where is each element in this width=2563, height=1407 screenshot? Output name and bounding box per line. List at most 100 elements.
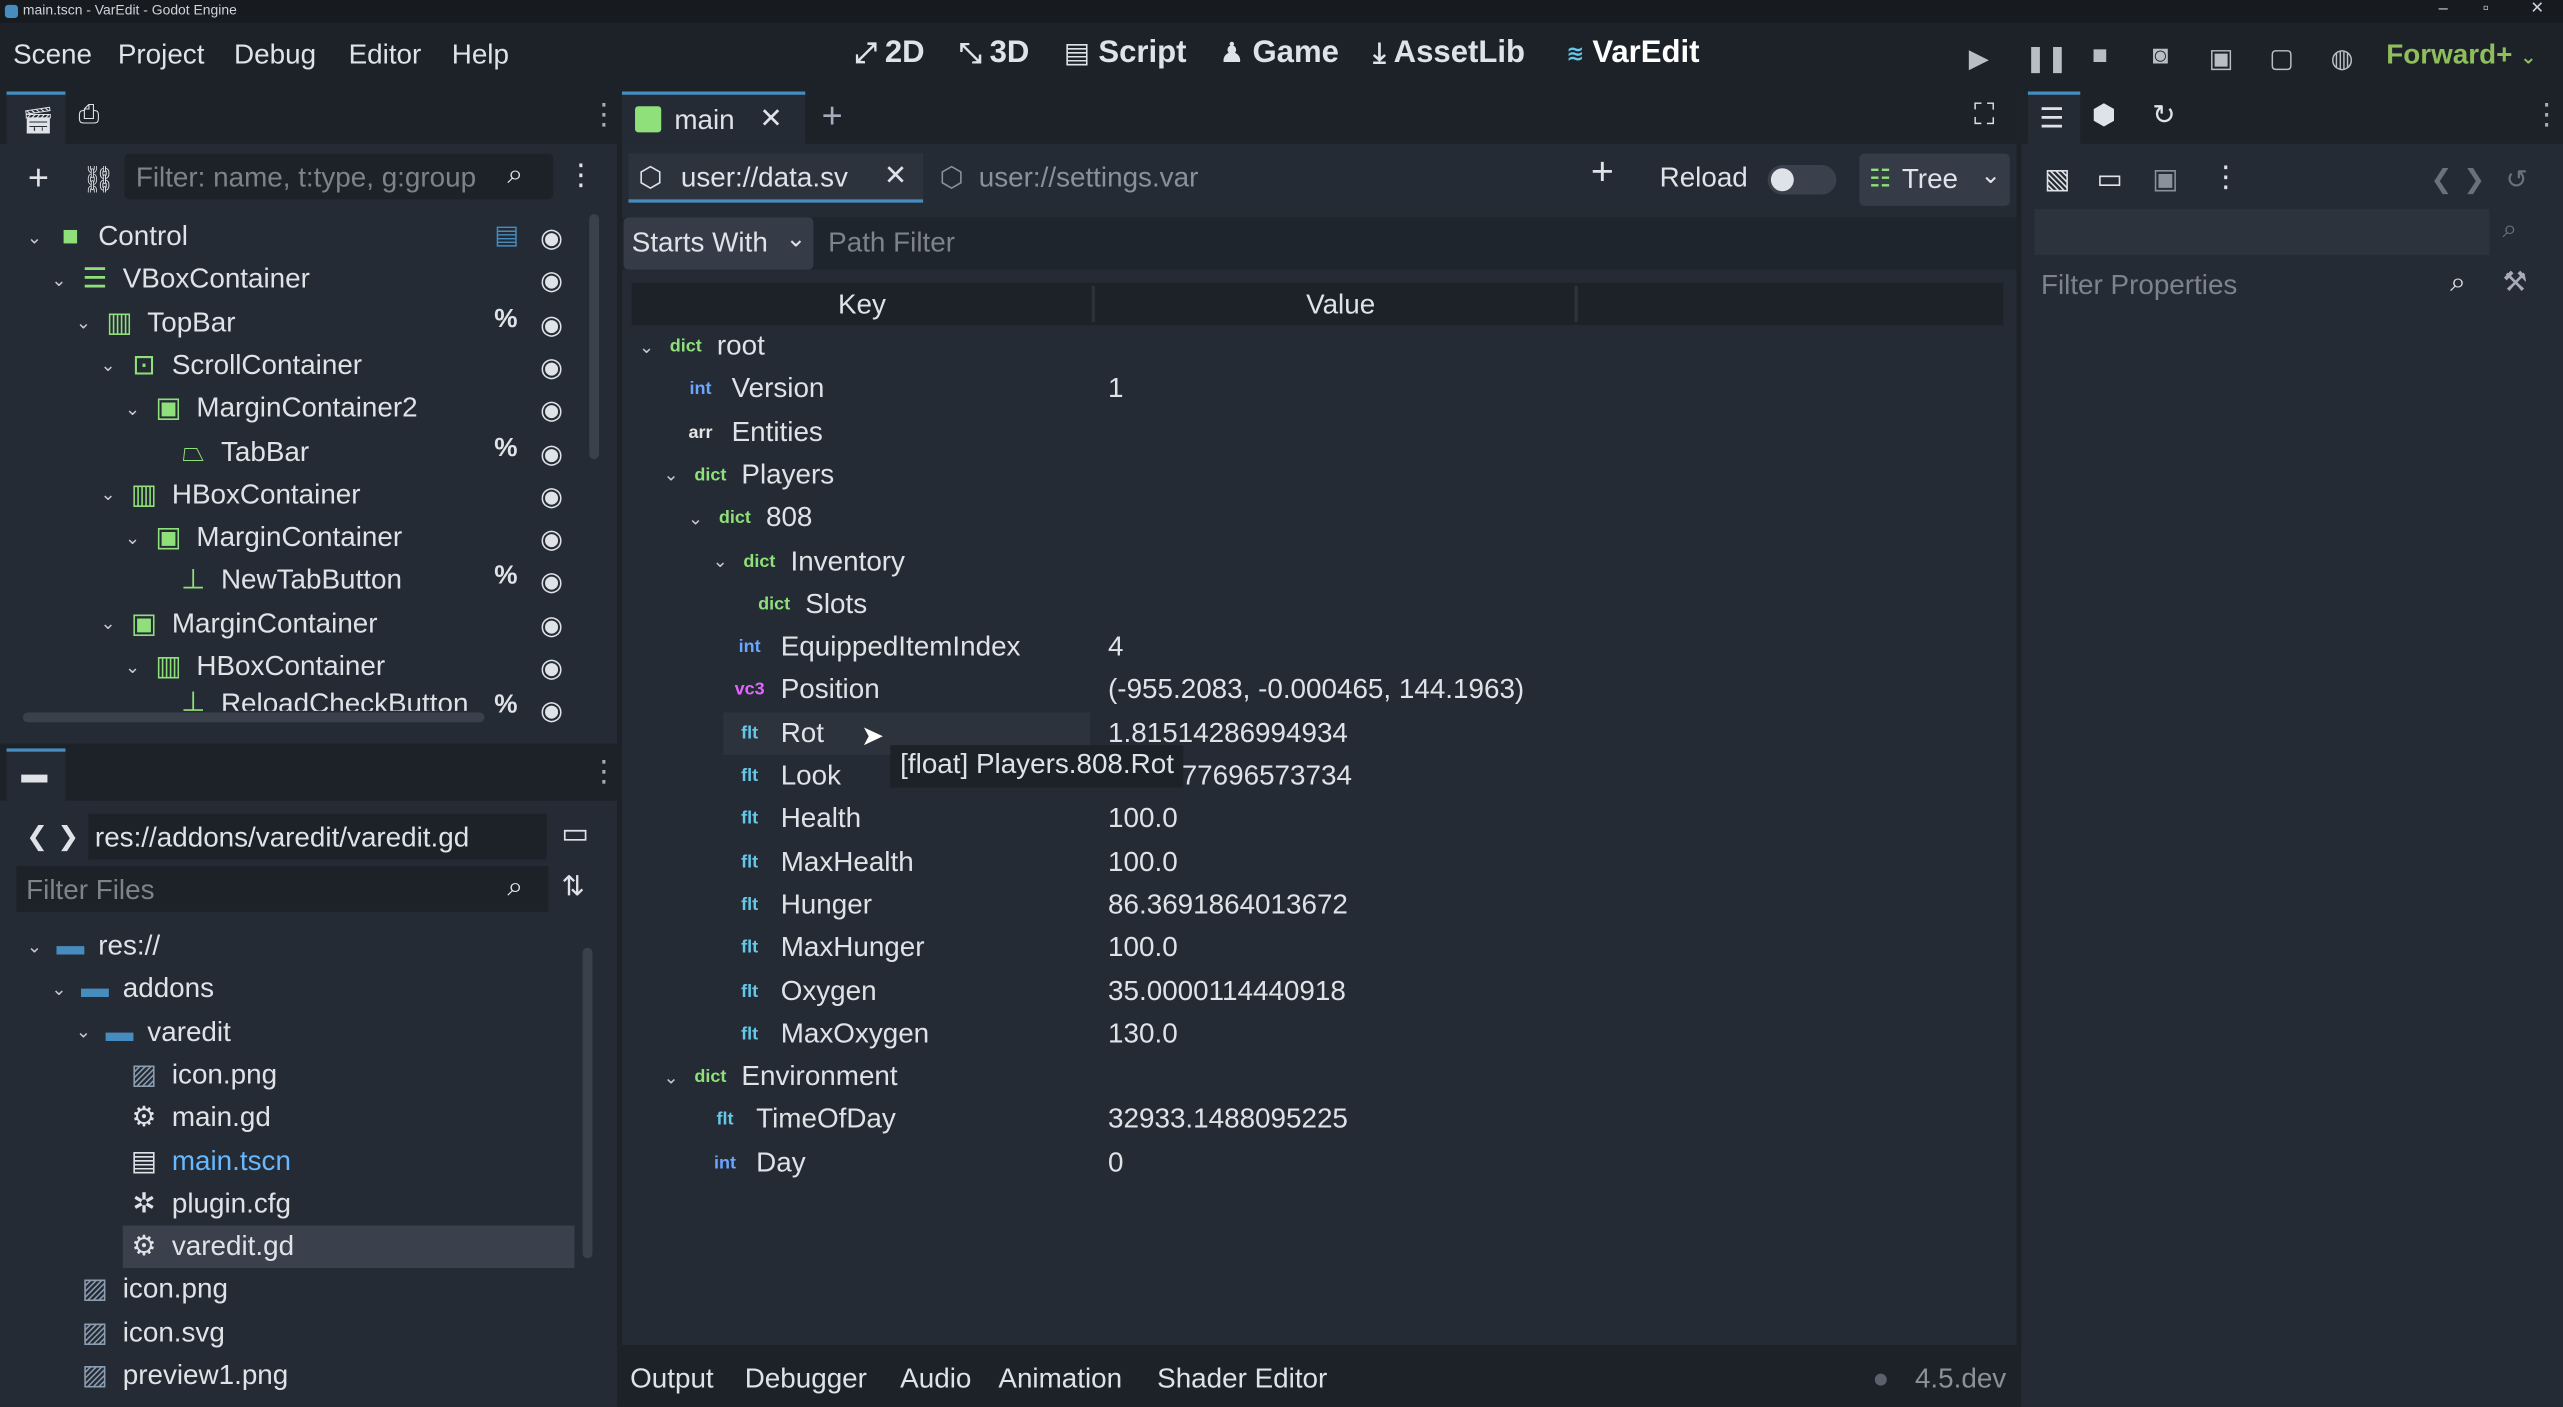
remote-debug-icon[interactable]: ◙ [2146, 42, 2175, 71]
unique-name-icon[interactable]: % [494, 434, 517, 463]
history-tab-icon[interactable]: ↻ [2152, 100, 2175, 133]
tree-row[interactable]: flt Health [732, 798, 861, 840]
filter-properties-input[interactable]: Filter Properties ⌕ [2034, 261, 2469, 307]
tree-row[interactable]: flt Rot [732, 712, 824, 754]
scene-vscrollbar[interactable] [589, 214, 600, 460]
file-item[interactable]: ▤ main.tscn [97, 1140, 291, 1182]
visibility-eye-icon[interactable]: ◉ [540, 609, 563, 642]
tree-value[interactable]: 32933.1488095225 [1108, 1104, 1348, 1137]
visibility-eye-icon[interactable]: ◉ [540, 566, 563, 599]
save-resource-icon[interactable]: ▣ [2152, 163, 2178, 196]
visibility-eye-icon[interactable]: ◉ [540, 695, 563, 728]
visibility-eye-icon[interactable]: ◉ [540, 222, 563, 255]
tree-value[interactable]: 4 [1108, 631, 1123, 664]
fs-vscrollbar[interactable] [582, 947, 593, 1259]
scene-node[interactable]: ⌄ ▥ HBoxContainer [97, 474, 360, 516]
renderer-selector[interactable]: Forward+ ⌄ [2386, 39, 2536, 72]
chevron-down-icon[interactable]: ⌄ [47, 269, 70, 291]
tree-row[interactable]: ⌄ dict Environment [660, 1056, 898, 1098]
scene-hscrollbar[interactable] [22, 712, 485, 723]
chevron-down-icon[interactable]: ⌄ [97, 613, 120, 635]
play-custom-scene-icon[interactable]: ▢ [2267, 42, 2296, 74]
movie-maker-icon[interactable]: ◍ [2327, 42, 2356, 74]
tree-row[interactable]: vc3 Position [732, 669, 880, 711]
visibility-eye-icon[interactable]: ◉ [540, 308, 563, 341]
new-resource-icon[interactable]: ▧ [2044, 163, 2070, 196]
tree-value[interactable]: 130.0 [1108, 1018, 1178, 1051]
workspace-script-button[interactable]: ▤ Script [1064, 36, 1187, 72]
unique-name-icon[interactable]: % [494, 305, 517, 334]
tree-row[interactable]: ⌄ dict Players [660, 454, 835, 496]
play-scene-icon[interactable]: ▣ [2206, 42, 2235, 74]
stop-icon[interactable]: ■ [2085, 42, 2114, 71]
tree-value[interactable]: 100.0 [1108, 932, 1178, 965]
file-item[interactable]: ⌄ ▬ varedit [72, 1011, 231, 1053]
distraction-free-icon[interactable]: ⛶ [1974, 98, 1995, 132]
add-file-icon[interactable]: + [1591, 150, 1614, 196]
tab-shader-editor[interactable]: Shader Editor [1157, 1363, 1327, 1396]
fs-path-field[interactable]: res://addons/varedit/varedit.gd [88, 813, 547, 860]
tree-value[interactable]: 100.0 [1108, 846, 1178, 879]
tree-row[interactable]: flt MaxHealth [732, 841, 914, 883]
column-key[interactable]: Key [838, 289, 886, 322]
file-tab-data[interactable]: ⬡ user://data.sv ✕ [628, 153, 924, 203]
tree-row[interactable]: int Version [683, 368, 824, 410]
scene-node[interactable]: ⌄ ■ Control [23, 216, 188, 258]
fs-filter-input[interactable]: Filter Files ⌕ [16, 866, 549, 912]
tree-row[interactable]: flt TimeOfDay [707, 1099, 896, 1141]
tree-row[interactable]: flt Hunger [732, 884, 872, 926]
tab-filesystem[interactable]: ▬ [6, 748, 66, 801]
node-tab-icon[interactable]: ⬢ [2092, 100, 2116, 133]
menu-debug[interactable]: Debug [234, 39, 316, 72]
scene-node[interactable]: ⌄ ▣ MarginContainer [121, 517, 402, 559]
visibility-eye-icon[interactable]: ◉ [540, 523, 563, 556]
link-icon[interactable]: ⛓︎ [82, 163, 115, 196]
file-item[interactable]: ⚙ main.gd [97, 1097, 271, 1139]
file-item[interactable]: ⌄ ▬ addons [47, 968, 214, 1010]
workspace-3d-button[interactable]: ⤡ 3D [959, 36, 1029, 72]
tab-animation[interactable]: Animation [998, 1363, 1122, 1396]
tree-row[interactable]: flt Oxygen [732, 970, 877, 1012]
visibility-eye-icon[interactable]: ◉ [540, 351, 563, 384]
split-view-icon[interactable]: ▭ [561, 817, 589, 851]
scene-node[interactable]: ⌄ ⊡ ScrollContainer [97, 345, 362, 387]
tree-value[interactable]: 1 [1108, 373, 1123, 406]
tree-row[interactable]: int EquippedItemIndex [732, 626, 1021, 668]
chevron-down-icon[interactable]: ⌄ [97, 484, 120, 506]
tree-row[interactable]: flt Look [732, 755, 841, 797]
play-icon[interactable]: ▶ [1964, 42, 1993, 74]
menu-editor[interactable]: Editor [349, 39, 422, 72]
tree-row[interactable]: flt MaxOxygen [732, 1013, 929, 1055]
inspector-menu-icon[interactable]: ⋮ [2532, 98, 2561, 132]
visibility-eye-icon[interactable]: ◉ [540, 394, 563, 427]
object-history-icon[interactable]: ↺ [2506, 163, 2528, 196]
history-back-icon[interactable]: ❮ [2430, 163, 2452, 196]
forward-icon[interactable]: ❯ [57, 820, 79, 853]
scene-node[interactable]: ⌄ ▥ TopBar [72, 302, 236, 344]
workspace-2d-button[interactable]: ⤢ 2D [854, 36, 924, 72]
file-item[interactable]: ✲ plugin.cfg [97, 1183, 291, 1225]
filter-mode-select[interactable]: Starts With ⌄ [623, 217, 814, 270]
scene-node[interactable]: ⌄ ▣ MarginContainer [97, 602, 377, 644]
properties-options-icon[interactable]: ⚒ [2503, 266, 2528, 299]
minimize-icon[interactable]: – [2439, 0, 2448, 18]
menu-scene[interactable]: Scene [13, 39, 92, 72]
chevron-down-icon[interactable]: ⌄ [635, 336, 658, 357]
scene-node[interactable]: ⊥ ReloadCheckButton [146, 688, 468, 711]
tab-inspector[interactable]: ☰ [2027, 91, 2081, 144]
fs-dock-menu-icon[interactable]: ⋮ [589, 755, 618, 789]
tree-row[interactable]: ⌄ dict Inventory [709, 540, 905, 582]
visibility-eye-icon[interactable]: ◉ [540, 437, 563, 470]
workspace-game-button[interactable]: ♟ Game [1219, 36, 1339, 72]
chevron-down-icon[interactable]: ⌄ [684, 508, 707, 529]
sort-icon[interactable]: ⇅ [561, 871, 584, 904]
view-mode-select[interactable]: ☷ Tree ⌄ [1859, 153, 2010, 206]
resource-menu-icon[interactable]: ⋮ [2211, 160, 2240, 194]
import-tab-icon[interactable]: ⎙ [79, 101, 100, 130]
tab-debugger[interactable]: Debugger [745, 1363, 867, 1396]
close-window-icon[interactable]: ✕ [2530, 0, 2544, 18]
tree-value[interactable]: (-955.2083, -0.000465, 144.1963) [1108, 674, 1524, 707]
dock-menu-icon[interactable]: ⋮ [589, 98, 618, 132]
tree-row[interactable]: int Day [707, 1142, 806, 1184]
file-tab-settings[interactable]: ⬡ user://settings.var [933, 154, 1244, 203]
